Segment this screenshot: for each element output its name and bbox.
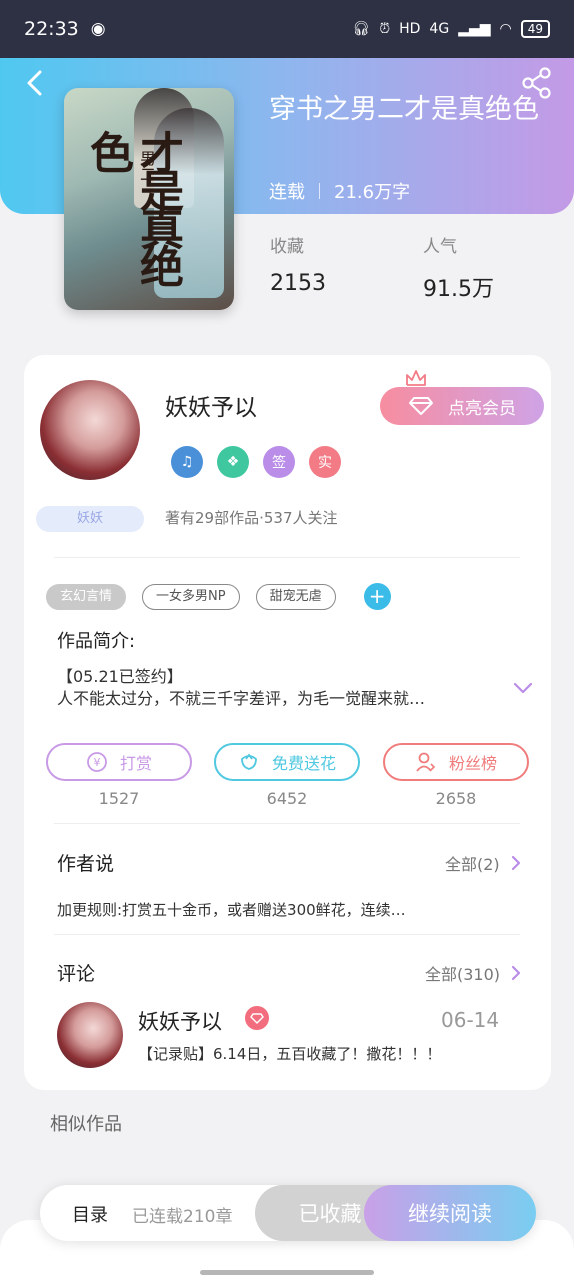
handshake-badge-icon[interactable]: ❖ (217, 446, 249, 478)
commenter-avatar[interactable] (57, 1002, 123, 1068)
wifi-icon: ◠ (499, 21, 512, 37)
send-flower-button[interactable]: 免费送花 (214, 743, 360, 781)
intro-label: 作品简介: (57, 631, 136, 652)
divider (54, 934, 520, 935)
network-type: 4G (429, 21, 450, 37)
stat-favorites: 收藏 2153 (270, 232, 326, 296)
book-meta: 连载 21.6万字 (269, 178, 410, 204)
sync-icon: ◉ (90, 19, 106, 39)
book-title: 穿书之男二才是真绝色 (269, 94, 539, 125)
stat-label: 人气 (423, 237, 457, 257)
cover-title: 才是真绝色 (82, 130, 183, 282)
chevron-right-icon (511, 855, 520, 871)
reward-button[interactable]: ¥ 打赏 (46, 743, 192, 781)
cover-subtitle: 男二 (137, 150, 156, 182)
fans-rank-button[interactable]: 粉丝榜 (383, 743, 529, 781)
book-status: 连载 (269, 182, 305, 203)
genre-tag[interactable]: 甜宠无虐 (255, 583, 336, 610)
comments-title: 评论 (57, 963, 96, 985)
fans-rank-label: 粉丝榜 (448, 754, 497, 773)
music-badge-icon[interactable]: ♫ (171, 446, 203, 478)
meta-divider (319, 183, 320, 199)
author-level-tag: 妖妖 (36, 506, 144, 532)
stat-label: 收藏 (270, 237, 304, 257)
flower-count: 6452 (266, 789, 308, 808)
book-word-count: 21.6万字 (334, 182, 411, 203)
battery-icon: 49 (520, 20, 550, 38)
chevron-down-icon[interactable] (512, 680, 534, 696)
stat-value: 2153 (270, 271, 326, 296)
book-cover[interactable]: 才是真绝色 男二 (64, 88, 234, 310)
genre-tag[interactable]: 一女多男NP (142, 583, 240, 610)
genre-tag[interactable]: 玄幻言情 (46, 583, 127, 610)
chevron-right-icon (511, 965, 521, 981)
hd-icon: HD (399, 21, 421, 37)
signal-icon: ▂▄▆ (458, 21, 491, 37)
vip-member-button[interactable]: 点亮会员 (380, 387, 544, 425)
intro-text[interactable]: 【05.21已签约】 人不能太过分，不就三千字差评，为毛一觉醒来就… (57, 666, 497, 710)
divider (54, 823, 520, 824)
home-indicator[interactable] (200, 1270, 374, 1275)
send-flower-label: 免费送花 (271, 754, 336, 773)
vip-member-label: 点亮会员 (448, 398, 516, 419)
comment-date: 06-14 (441, 1008, 500, 1032)
diamond-icon (409, 397, 433, 415)
sign-badge-icon[interactable]: 签 (263, 446, 295, 478)
fans-icon (415, 751, 437, 773)
comments-all-link[interactable]: 全部(310) (425, 961, 522, 985)
similar-works-title: 相似作品 (50, 1114, 122, 1135)
crown-icon (406, 370, 426, 386)
bottom-action-bar: 目录 已连载210章 已收藏 继续阅读 (40, 1185, 536, 1241)
author-badges: ♫ ❖ 签 实 (171, 446, 341, 478)
headphones-icon: 🎧︎ (352, 21, 371, 37)
author-says-all-link[interactable]: 全部(2) (445, 851, 522, 875)
back-icon[interactable] (20, 66, 50, 100)
author-says-text[interactable]: 加更规则:打赏五十金币，或者赠送300鲜花，连续… (57, 899, 457, 920)
author-says-all-label: 全部(2) (445, 855, 500, 874)
status-icons: 🎧︎ ⏰︎ HD 4G ▂▄▆ ◠ 49 (352, 20, 550, 38)
toc-button[interactable]: 目录 (72, 1201, 108, 1227)
fans-count: 2658 (435, 789, 477, 808)
continue-reading-button[interactable]: 继续阅读 (364, 1185, 536, 1241)
author-name[interactable]: 妖妖予以 (165, 388, 257, 422)
comment-text[interactable]: 【记录贴】6.14日，五百收藏了！撒花！！！ (138, 1043, 441, 1064)
reward-count: 1527 (98, 789, 140, 808)
author-stats: 著有29部作品·537人关注 (165, 509, 338, 527)
intro-line: 【05.21已签约】 (57, 667, 183, 686)
author-avatar[interactable] (40, 380, 140, 480)
commenter-name[interactable]: 妖妖予以 (138, 1006, 222, 1036)
vip-gem-icon (245, 1006, 269, 1030)
alarm-icon: ⏰︎ (379, 21, 391, 37)
stat-popularity: 人气 91.5万 (423, 232, 494, 303)
svg-text:¥: ¥ (93, 756, 100, 769)
author-says-title: 作者说 (57, 853, 115, 875)
flower-icon (238, 751, 260, 773)
comments-all-label: 全部(310) (425, 965, 501, 984)
stat-value: 91.5万 (423, 277, 494, 302)
coin-icon: ¥ (86, 751, 108, 773)
chapter-count[interactable]: 已连载210章 (132, 1202, 232, 1227)
reward-label: 打赏 (119, 754, 152, 773)
status-bar: 22:33 ◉ 🎧︎ ⏰︎ HD 4G ▂▄▆ ◠ 49 (0, 0, 574, 58)
real-badge-icon[interactable]: 实 (309, 446, 341, 478)
intro-line: 人不能太过分，不就三千字差评，为毛一觉醒来就… (57, 689, 426, 708)
genre-tags: 玄幻言情 一女多男NP 甜宠无虐 + (46, 583, 391, 610)
add-tag-icon[interactable]: + (363, 583, 391, 610)
status-time: 22:33 (24, 18, 79, 40)
divider (54, 557, 520, 558)
